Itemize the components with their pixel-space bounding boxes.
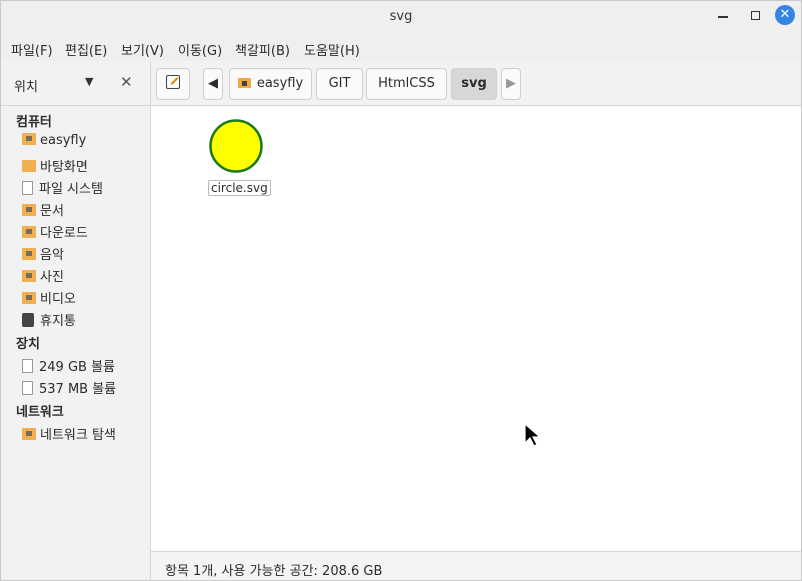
sidebar-item-easyfly[interactable]: easyfly (22, 133, 86, 153)
status-bar: 항목 1개, 사용 가능한 공간: 208.6 GB (151, 551, 801, 580)
pictures-folder-icon (22, 270, 36, 282)
sidebar-item-label: 바탕화면 (40, 160, 88, 175)
edit-location-button[interactable] (156, 68, 190, 100)
sidebar-item-volume-249gb[interactable]: 249 GB 볼륨 (22, 356, 115, 376)
music-folder-icon (22, 248, 36, 260)
sidebar-item-network-browse[interactable]: 네트워크 탐색 (22, 424, 116, 444)
location-label: 위치 (14, 80, 38, 95)
circle-shape (209, 119, 263, 173)
breadcrumb-label: easyfly (256, 76, 304, 91)
sidebar-item-label: 음악 (40, 248, 64, 263)
file-view[interactable]: circle.svg (151, 106, 801, 551)
breadcrumb-scroll-left[interactable]: ◀ (203, 68, 223, 100)
sidebar-item-label: 네트워크 탐색 (40, 428, 116, 443)
breadcrumb-htmlcss[interactable]: HtmlCSS (366, 68, 447, 100)
close-sidebar-button[interactable]: ✕ (120, 73, 133, 91)
section-computer: 컴퓨터 (16, 115, 52, 130)
window-title: svg (389, 9, 413, 24)
sidebar-item-label: 파일 시스템 (39, 182, 103, 197)
file-manager-window: svg ✕ 파일(F) 편집(E) 보기(V) 이동(G) 책갈피(B) 도움말… (0, 0, 802, 581)
maximize-icon (751, 11, 760, 20)
downloads-folder-icon (22, 226, 36, 238)
pencil-icon (166, 75, 180, 89)
title-bar[interactable]: svg ✕ (1, 1, 801, 33)
menu-go[interactable]: 이동(G) (178, 40, 222, 59)
desktop-folder-icon (22, 160, 36, 172)
sidebar-item-pictures[interactable]: 사진 (22, 266, 64, 286)
sidebar-item-videos[interactable]: 비디오 (22, 288, 76, 308)
breadcrumb-git[interactable]: GIT (316, 68, 363, 100)
maximize-button[interactable] (743, 4, 767, 28)
trash-icon (22, 313, 34, 327)
menu-bookmarks[interactable]: 책갈피(B) (235, 40, 290, 59)
circle-svg-thumbnail[interactable] (207, 118, 265, 176)
sidebar-item-filesystem[interactable]: 파일 시스템 (22, 178, 103, 198)
minimize-icon (718, 16, 728, 18)
sidebar-item-music[interactable]: 음악 (22, 244, 64, 264)
section-devices: 장치 (16, 337, 40, 352)
drive-icon (22, 359, 33, 373)
sidebar-item-label: 비디오 (40, 292, 76, 307)
breadcrumb-scroll-right[interactable]: ▶ (501, 68, 521, 100)
sidebar-mode-dropdown[interactable]: ▼ (85, 75, 93, 88)
sidebar-item-label: 다운로드 (40, 226, 88, 241)
drive-icon (22, 381, 33, 395)
drive-icon (22, 181, 33, 195)
section-network: 네트워크 (16, 405, 64, 420)
network-folder-icon (22, 428, 36, 440)
file-name-label[interactable]: circle.svg (208, 180, 271, 196)
sidebar: 컴퓨터 easyfly 바탕화면 파일 시스템 문서 다운로드 음악 사진 비디… (1, 106, 151, 580)
menu-help[interactable]: 도움말(H) (304, 40, 360, 59)
breadcrumb-easyfly[interactable]: easyfly (229, 68, 312, 100)
sidebar-header: 위치 ▼ ✕ (1, 61, 151, 106)
sidebar-item-trash[interactable]: 휴지통 (22, 310, 76, 330)
sidebar-item-label: 휴지통 (40, 314, 76, 329)
menu-view[interactable]: 보기(V) (121, 40, 164, 59)
breadcrumb-svg[interactable]: svg (451, 68, 497, 100)
home-folder-icon (237, 78, 251, 88)
sidebar-item-label: 249 GB 볼륨 (39, 360, 115, 375)
close-button[interactable]: ✕ (775, 5, 795, 25)
menu-edit[interactable]: 편집(E) (65, 40, 107, 59)
sidebar-item-desktop[interactable]: 바탕화면 (22, 156, 88, 176)
sidebar-item-label: 537 MB 볼륨 (39, 382, 117, 397)
sidebar-item-volume-537mb[interactable]: 537 MB 볼륨 (22, 378, 116, 398)
status-text: 항목 1개, 사용 가능한 공간: 208.6 GB (165, 564, 383, 579)
home-folder-icon (22, 133, 36, 145)
sidebar-item-label: easyfly (40, 133, 87, 148)
minimize-button[interactable] (711, 4, 735, 28)
menu-file[interactable]: 파일(F) (11, 40, 53, 59)
sidebar-item-downloads[interactable]: 다운로드 (22, 222, 88, 242)
sidebar-item-documents[interactable]: 문서 (22, 200, 64, 220)
sidebar-item-label: 문서 (40, 204, 64, 219)
location-toolbar: ◀ easyfly GIT HtmlCSS svg ▶ (151, 61, 801, 106)
sidebar-item-label: 사진 (40, 270, 64, 285)
documents-folder-icon (22, 204, 36, 216)
menu-bar: 파일(F) 편집(E) 보기(V) 이동(G) 책갈피(B) 도움말(H) (1, 33, 801, 61)
mouse-cursor-icon (524, 423, 542, 447)
videos-folder-icon (22, 292, 36, 304)
